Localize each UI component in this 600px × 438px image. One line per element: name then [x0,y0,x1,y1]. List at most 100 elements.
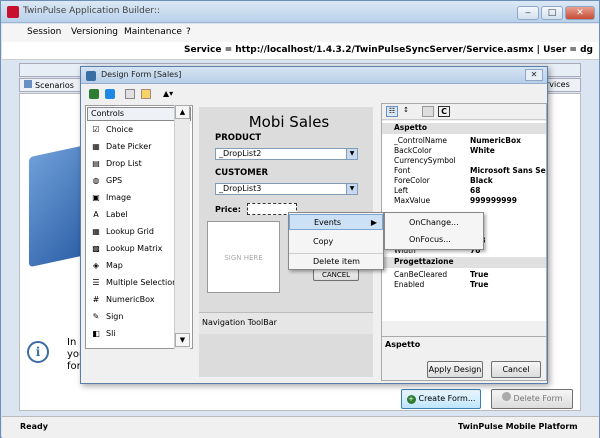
create-form-button[interactable]: + Create Form... [401,389,481,409]
property-row[interactable]: Left 68 [394,186,542,196]
submenu-onchange[interactable]: OnChange... [385,215,483,231]
navigation-toolbar: Navigation ToolBar [199,312,373,334]
menu-bar: Session Versioning Maintenance ? [2,24,599,42]
context-menu: Events ▶ Copy Delete item [288,212,384,270]
control-item-label: Multiple Selection [106,278,178,287]
submenu-onfocus[interactable]: OnFocus... [385,232,483,248]
slider-icon: ◧ [92,329,100,338]
dialog-close-button[interactable]: ✕ [525,69,543,81]
pen-icon: ✎ [92,312,100,321]
property-row[interactable]: _ControlName NumericBox [394,136,542,146]
context-delete[interactable]: Delete item [289,253,383,269]
menu-session[interactable]: Session [27,27,61,37]
property-name: BackColor [394,146,432,155]
control-item-label: Lookup Grid [106,227,154,236]
tool-paste-icon[interactable] [141,89,151,99]
context-delete-label: Delete item [313,257,360,266]
checkbox-icon: ☑ [92,125,100,134]
section-aspetto: Aspetto [382,123,546,134]
dialog-title: Design Form [Sales] [101,70,182,79]
tab-scenarios[interactable]: Scenarios [19,78,89,92]
property-row[interactable]: BackColor White [394,146,542,156]
property-name: MaxValue [394,196,431,205]
control-item-label: NumericBox [106,295,155,304]
dialog-cancel-label: Cancel [502,365,530,374]
user-label: User = dg [543,45,593,55]
customer-droplist[interactable]: _DropList3 ▼ [215,183,358,195]
chevron-down-icon: ▼ [346,149,357,159]
menu-maintenance[interactable]: Maintenance [124,27,182,37]
property-row[interactable]: CurrencySymbol [394,156,542,166]
context-events[interactable]: Events ▶ [289,214,383,230]
tool-open-icon[interactable] [105,89,115,99]
sort-alpha-icon[interactable]: ↕ [400,106,412,117]
platform-label: TwinPulse Mobile Platform [458,422,578,431]
create-form-label: Create Form... [418,394,476,403]
control-item-label: Sign [106,312,124,321]
sign-here-text: SIGN HERE [224,254,263,262]
form-cancel-label: CANCEL [321,271,351,279]
delete-form-button[interactable]: Delete Form [491,389,573,409]
product-droplist[interactable]: _DropList2 ▼ [215,148,358,160]
dialog-cancel-button[interactable]: Cancel [491,361,541,378]
property-pages-icon[interactable] [422,106,434,117]
customer-droplist-value: _DropList3 [219,184,262,193]
property-row[interactable]: MaxValue 999999999 [394,196,542,206]
controls-scrollbar[interactable]: ▲ ▼ [174,105,190,349]
calendar-icon: ▦ [92,142,100,151]
property-row[interactable]: Enabled True [394,280,542,290]
map-icon: ◈ [92,261,100,270]
props-toolbar: ☷ ↕ C [382,104,546,120]
menu-versioning[interactable]: Versioning [71,27,118,37]
events-submenu: OnChange... OnFocus... [384,212,484,250]
menu-help[interactable]: ? [186,27,191,37]
dialog-toolbar: ▲▾ [85,86,195,102]
delete-form-icon [501,392,511,401]
apply-design-button[interactable]: Apply Design [427,361,483,378]
grid-icon: ▦ [92,227,100,236]
control-item-label: GPS [106,176,123,185]
control-item-label: Lookup Matrix [106,244,163,253]
property-row[interactable]: CanBeCleared True [394,270,542,280]
multiselect-icon: ☰ [92,278,100,287]
sign-area[interactable]: SIGN HERE [207,221,280,293]
numeric-icon: # [92,295,100,304]
minimize-button[interactable]: ‒ [517,6,539,20]
property-row[interactable]: ForeColor Black [394,176,542,186]
control-item-label: Sli [106,329,116,338]
property-row[interactable]: Font Microsoft Sans Se [394,166,546,176]
control-item-label: Drop List [106,159,142,168]
property-name: _ControlName [394,136,447,145]
section-progettazione: Progettazione [382,257,546,268]
info-icon: i [27,341,49,363]
sort-category-icon[interactable]: ☷ [386,106,398,117]
tab-scenarios-label: Scenarios [35,81,74,90]
chevron-right-icon: ▶ [370,218,377,227]
scroll-down-button[interactable]: ▼ [175,333,190,347]
create-form-icon: + [406,395,416,404]
control-item-label: Image [106,193,132,202]
tool-new-icon[interactable] [89,89,99,99]
scroll-up-button[interactable]: ▲ [175,105,190,119]
delete-form-label: Delete Form [513,394,563,403]
property-value: Black [470,176,493,185]
property-value: White [470,146,495,155]
maximize-button[interactable]: □ [541,6,563,20]
events-toggle-icon[interactable]: C [438,106,450,117]
property-name: ForeColor [394,176,430,185]
control-item-label: Date Picker [106,142,152,151]
property-value: 999999999 [470,196,517,205]
context-events-label: Events [314,218,342,227]
tool-copy-icon[interactable] [125,89,135,99]
context-copy[interactable]: Copy [289,234,383,250]
form-cancel-button[interactable]: CANCEL [313,269,359,281]
tool-dropdown-icon[interactable]: ▲▾ [163,89,173,98]
apply-design-label: Apply Design [428,365,482,374]
navigation-toolbar-label: Navigation ToolBar [202,318,277,327]
droplist-icon: ▤ [92,159,100,168]
close-button[interactable]: ✕ [565,6,595,20]
scenarios-icon [24,80,32,88]
chevron-down-icon: ▼ [346,184,357,194]
property-value: 68 [470,186,481,195]
control-item-label: Choice [106,125,134,134]
